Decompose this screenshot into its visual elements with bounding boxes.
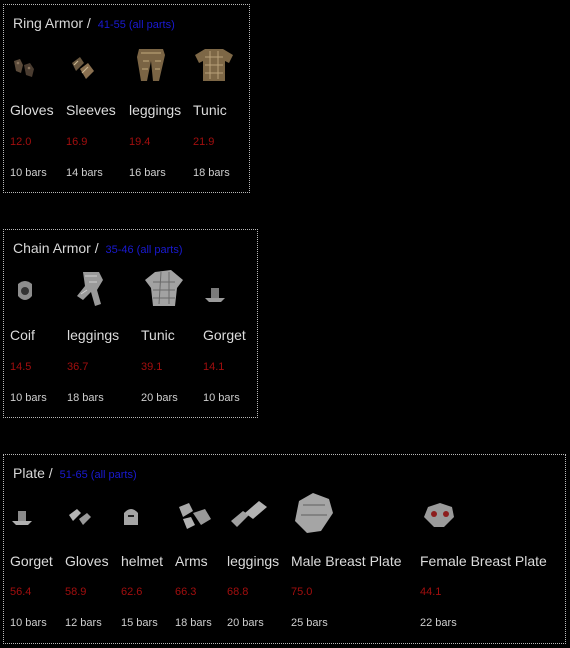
- item-bars: 18 bars: [175, 617, 212, 629]
- item-bars: 15 bars: [121, 617, 158, 629]
- item-weight: 58.9: [65, 586, 87, 598]
- armor-item-plate-gloves[interactable]: Gloves 58.9 12 bars: [65, 455, 119, 643]
- item-name: Arms: [175, 553, 208, 569]
- item-weight: 21.9: [193, 136, 215, 148]
- item-weight: 66.3: [175, 586, 197, 598]
- armor-item-ring-tunic[interactable]: Tunic 21.9 18 bars: [193, 5, 248, 192]
- plate-gorget-icon: [12, 511, 32, 525]
- item-bars: 22 bars: [420, 617, 457, 629]
- item-weight: 62.6: [121, 586, 143, 598]
- item-weight: 14.1: [203, 361, 225, 373]
- item-weight: 12.0: [10, 136, 32, 148]
- item-weight: 56.4: [10, 586, 32, 598]
- item-bars: 10 bars: [10, 167, 47, 179]
- armor-item-chain-tunic[interactable]: Tunic 39.1 20 bars: [141, 230, 201, 417]
- plate-male-breastplate-icon: [295, 493, 333, 533]
- plate-helmet-icon: [124, 509, 138, 525]
- item-name: helmet: [121, 553, 164, 569]
- armor-item-plate-helmet[interactable]: helmet 62.6 15 bars: [121, 455, 175, 643]
- item-name: Male Breast Plate: [291, 553, 402, 569]
- item-name: Gorget: [203, 327, 246, 343]
- item-weight: 19.4: [129, 136, 151, 148]
- armor-item-plate-gorget[interactable]: Gorget 56.4 10 bars: [10, 455, 62, 643]
- item-bars: 20 bars: [141, 392, 178, 404]
- plate-leggings-icon: [231, 501, 267, 527]
- item-bars: 25 bars: [291, 617, 328, 629]
- armor-item-plate-leggings[interactable]: leggings 68.8 20 bars: [227, 455, 289, 643]
- armor-item-plate-female-breastplate[interactable]: Female Breast Plate 44.1 22 bars: [420, 455, 564, 643]
- chain-armor-panel: Chain Armor / 35-46 (all parts) Coif 14.…: [3, 229, 258, 418]
- item-name: Gloves: [65, 553, 109, 569]
- armor-item-plate-arms[interactable]: Arms 66.3 18 bars: [175, 455, 229, 643]
- plate-armor-panel: Plate / 51-65 (all parts) Gorget 56.4 10…: [3, 454, 566, 644]
- armor-item-ring-sleeves[interactable]: Sleeves 16.9 14 bars: [66, 5, 126, 192]
- armor-item-plate-male-breastplate[interactable]: Male Breast Plate 75.0 25 bars: [291, 455, 417, 643]
- item-weight: 36.7: [67, 361, 89, 373]
- chain-gorget-icon: [205, 288, 225, 302]
- item-weight: 68.8: [227, 586, 249, 598]
- item-name: Tunic: [193, 102, 227, 118]
- item-weight: 14.5: [10, 361, 32, 373]
- item-bars: 10 bars: [203, 392, 240, 404]
- ring-armor-panel: Ring Armor / 41-55 (all parts) Gloves 12…: [3, 4, 250, 193]
- chain-leggings-icon: [77, 272, 103, 306]
- item-weight: 75.0: [291, 586, 313, 598]
- item-name: Gorget: [10, 553, 53, 569]
- ring-sleeves-icon: [72, 57, 94, 79]
- armor-item-chain-coif[interactable]: Coif 14.5 10 bars: [10, 230, 65, 417]
- armor-item-ring-leggings[interactable]: leggings 19.4 16 bars: [129, 5, 191, 192]
- item-name: Sleeves: [66, 102, 116, 118]
- item-weight: 16.9: [66, 136, 88, 148]
- chain-coif-icon: [18, 281, 32, 300]
- item-name: leggings: [227, 553, 280, 569]
- item-weight: 39.1: [141, 361, 163, 373]
- plate-gloves-icon: [69, 509, 91, 525]
- armor-item-chain-leggings[interactable]: leggings 36.7 18 bars: [67, 230, 133, 417]
- item-weight: 44.1: [420, 586, 442, 598]
- armor-item-chain-gorget[interactable]: Gorget 14.1 10 bars: [203, 230, 257, 417]
- item-name: Coif: [10, 327, 35, 343]
- item-bars: 14 bars: [66, 167, 103, 179]
- item-name: leggings: [67, 327, 120, 343]
- item-bars: 10 bars: [10, 392, 47, 404]
- item-bars: 10 bars: [10, 617, 47, 629]
- item-bars: 16 bars: [129, 167, 166, 179]
- armor-item-ring-gloves[interactable]: Gloves 12.0 10 bars: [10, 5, 65, 192]
- item-bars: 18 bars: [193, 167, 230, 179]
- ring-gloves-icon: [14, 59, 34, 77]
- plate-arms-icon: [179, 503, 211, 529]
- item-name: Tunic: [141, 327, 175, 343]
- item-name: leggings: [129, 102, 182, 118]
- chain-tunic-icon: [145, 270, 183, 306]
- ring-tunic-icon: [195, 49, 233, 81]
- item-bars: 20 bars: [227, 617, 264, 629]
- item-bars: 18 bars: [67, 392, 104, 404]
- item-bars: 12 bars: [65, 617, 102, 629]
- item-name: Female Breast Plate: [420, 553, 547, 569]
- ring-leggings-icon: [137, 49, 165, 81]
- item-name: Gloves: [10, 102, 54, 118]
- plate-female-breastplate-icon: [424, 503, 454, 527]
